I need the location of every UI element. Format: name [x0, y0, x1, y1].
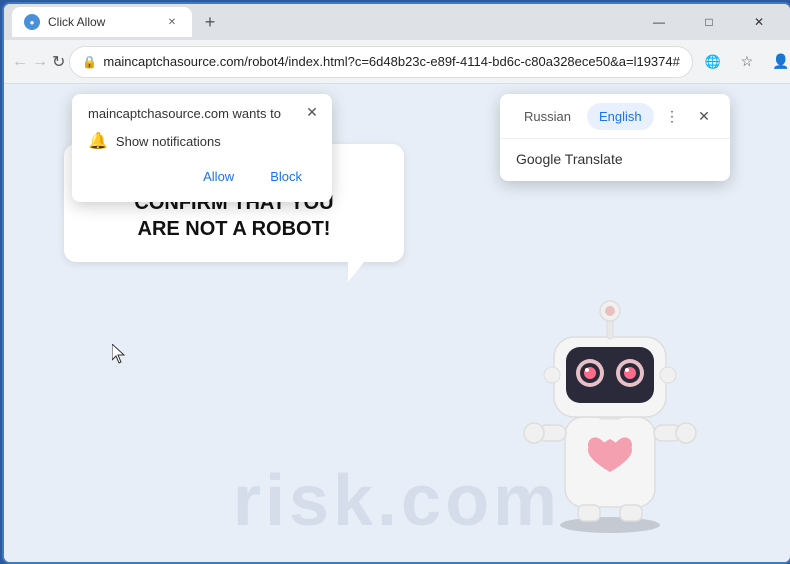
active-tab[interactable]: ● Click Allow ✕ [12, 7, 192, 37]
nav-bar: ← → ↻ 🔒 maincaptchasource.com/robot4/ind… [4, 40, 790, 84]
notification-popup: maincaptchasource.com wants to ✕ 🔔 Show … [72, 94, 332, 202]
translate-more-icon[interactable]: ⋮ [658, 102, 686, 130]
bookmark-icon[interactable]: ☆ [731, 46, 763, 78]
page-content: risk.com maincaptchasource.com wants to … [4, 84, 790, 562]
bell-icon: 🔔 [88, 131, 108, 151]
translate-tab-english[interactable]: English [587, 103, 654, 130]
window-controls: — □ ✕ [636, 6, 782, 38]
title-bar: ● Click Allow ✕ + — □ ✕ [4, 4, 790, 40]
translate-popup: Russian English ⋮ ✕ Google Translate [500, 94, 730, 181]
url-text: maincaptchasource.com/robot4/index.html?… [103, 54, 680, 69]
translate-service-name: Google Translate [516, 151, 623, 167]
main-text-line2: ARE NOT A ROBOT! [138, 218, 331, 240]
forward-button[interactable]: → [32, 46, 48, 78]
block-button[interactable]: Block [256, 163, 316, 190]
back-button[interactable]: ← [12, 46, 28, 78]
translate-body: Google Translate [500, 139, 730, 181]
browser-window: ● Click Allow ✕ + — □ ✕ ← → ↻ 🔒 maincapt… [2, 2, 790, 564]
close-button[interactable]: ✕ [736, 6, 782, 38]
notification-popup-close[interactable]: ✕ [302, 102, 322, 122]
new-tab-button[interactable]: + [196, 8, 224, 36]
tab-close-button[interactable]: ✕ [164, 14, 180, 30]
address-bar[interactable]: 🔒 maincaptchasource.com/robot4/index.htm… [69, 46, 692, 78]
robot-illustration [510, 277, 710, 542]
notification-buttons: Allow Block [88, 163, 316, 190]
translate-actions: ⋮ ✕ [658, 102, 718, 130]
tab-title: Click Allow [48, 15, 156, 29]
notification-popup-title: maincaptchasource.com wants to [88, 106, 316, 121]
tab-favicon: ● [24, 14, 40, 30]
maximize-button[interactable]: □ [686, 6, 732, 38]
mouse-cursor [112, 344, 128, 364]
tab-bar: ● Click Allow ✕ + [12, 7, 632, 37]
notification-label: Show notifications [116, 134, 221, 149]
notification-row: 🔔 Show notifications [88, 131, 316, 151]
profile-translate-icon[interactable]: 🌐 [697, 46, 729, 78]
profile-icon[interactable]: 👤 [765, 46, 790, 78]
allow-button[interactable]: Allow [189, 163, 248, 190]
translate-close-icon[interactable]: ✕ [690, 102, 718, 130]
lock-icon: 🔒 [82, 55, 97, 69]
reload-button[interactable]: ↻ [52, 46, 65, 78]
minimize-button[interactable]: — [636, 6, 682, 38]
nav-actions: 🌐 ☆ 👤 ⋮ [697, 46, 790, 78]
translate-tab-russian[interactable]: Russian [512, 103, 583, 130]
translate-header: Russian English ⋮ ✕ [500, 94, 730, 139]
